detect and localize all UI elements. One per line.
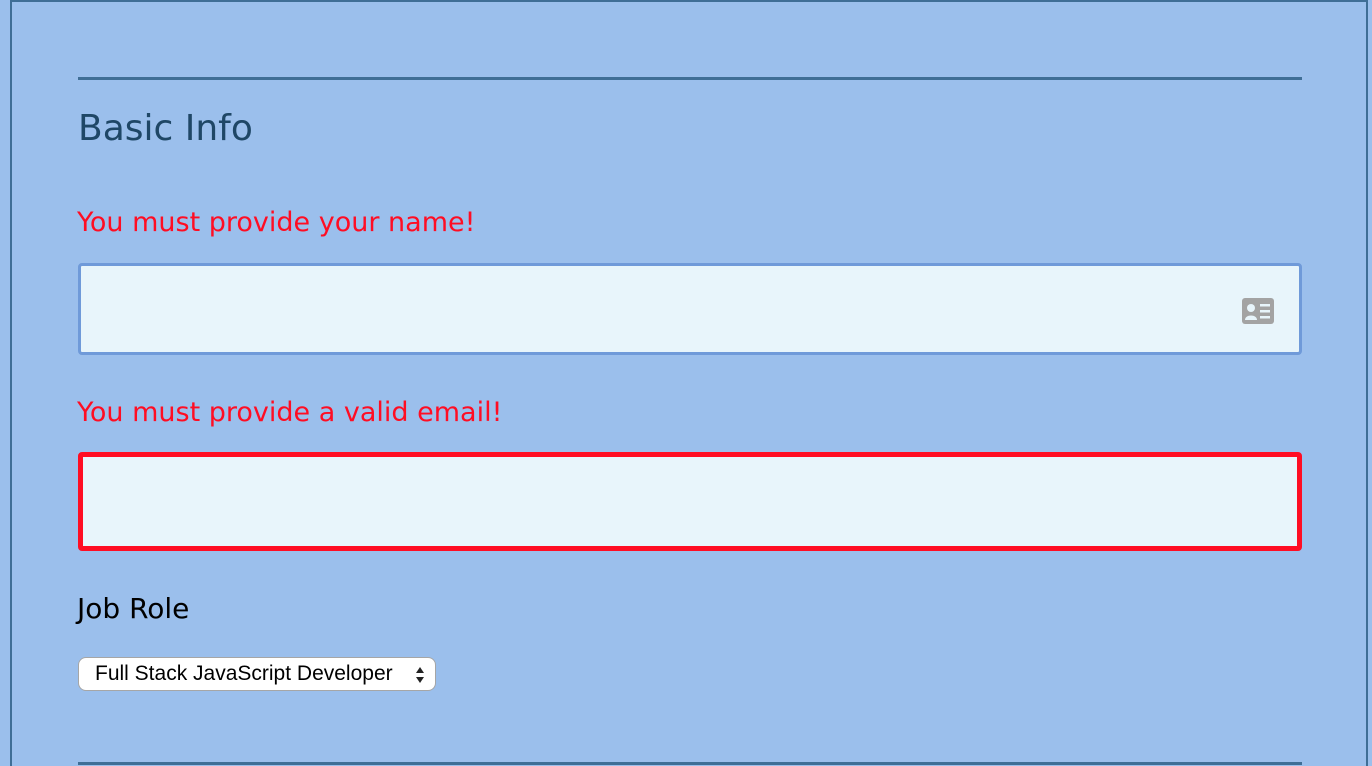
name-input[interactable] xyxy=(81,266,1299,352)
name-field[interactable] xyxy=(78,263,1302,355)
job-role-selected-value: Full Stack JavaScript Developer xyxy=(95,662,393,685)
up-down-arrows-icon xyxy=(416,667,424,683)
job-role-select[interactable]: Full Stack JavaScript Developer xyxy=(78,657,436,691)
section-divider-top xyxy=(78,77,1302,80)
contact-card-icon xyxy=(1242,298,1274,324)
email-field[interactable] xyxy=(78,452,1302,551)
job-role-label: Job Role xyxy=(77,592,190,625)
section-divider-bottom xyxy=(78,762,1302,765)
email-input[interactable] xyxy=(83,457,1297,546)
name-error-message: You must provide your name! xyxy=(77,207,476,238)
section-title: Basic Info xyxy=(78,108,253,149)
email-error-message: You must provide a valid email! xyxy=(77,397,503,428)
